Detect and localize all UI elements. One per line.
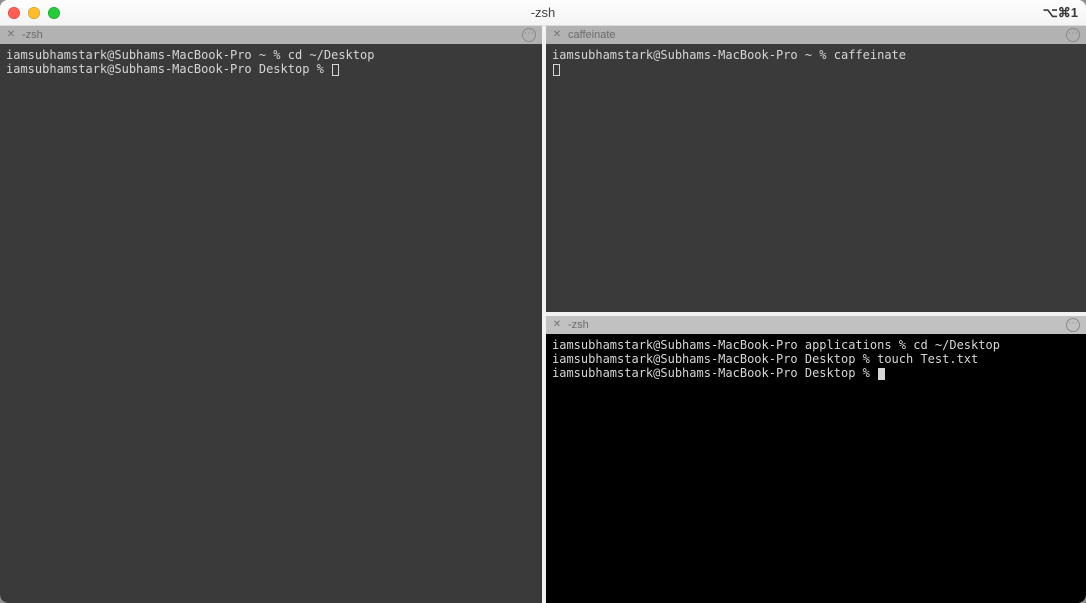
pane-left-tabbar[interactable]: ✕ -zsh xyxy=(0,26,542,44)
pane-menu-icon[interactable] xyxy=(1066,28,1080,42)
close-tab-icon[interactable]: ✕ xyxy=(552,320,562,330)
tab-title: caffeinate xyxy=(568,29,616,41)
pane-menu-icon[interactable] xyxy=(1066,318,1080,332)
close-window-button[interactable] xyxy=(8,7,20,19)
terminal-line: iamsubhamstark@Subhams-MacBook-Pro Deskt… xyxy=(552,352,978,366)
close-tab-icon[interactable]: ✕ xyxy=(6,30,16,40)
traffic-lights xyxy=(8,7,60,19)
terminal-window: -zsh ⌥⌘1 ✕ -zsh iamsubhamstark@Subhams-M… xyxy=(0,0,1086,603)
tab-title: -zsh xyxy=(22,29,43,41)
minimize-window-button[interactable] xyxy=(28,7,40,19)
pane-right-top: ✕ caffeinate iamsubhamstark@Subhams-MacB… xyxy=(546,26,1086,312)
terminal-line: iamsubhamstark@Subhams-MacBook-Pro Deskt… xyxy=(6,62,331,76)
zoom-window-button[interactable] xyxy=(48,7,60,19)
close-tab-icon[interactable]: ✕ xyxy=(552,30,562,40)
terminal-line: iamsubhamstark@Subhams-MacBook-Pro ~ % c… xyxy=(552,48,906,62)
window-title: -zsh xyxy=(0,5,1086,20)
pane-right-top-tabbar[interactable]: ✕ caffeinate xyxy=(546,26,1086,44)
right-column: ✕ caffeinate iamsubhamstark@Subhams-MacB… xyxy=(546,26,1086,603)
cursor-icon xyxy=(553,64,560,76)
terminal-line: iamsubhamstark@Subhams-MacBook-Pro Deskt… xyxy=(552,366,877,380)
window-body: ✕ -zsh iamsubhamstark@Subhams-MacBook-Pr… xyxy=(0,26,1086,603)
cursor-icon xyxy=(878,368,885,380)
pane-right-bottom: ✕ -zsh iamsubhamstark@Subhams-MacBook-Pr… xyxy=(546,316,1086,603)
terminal-left[interactable]: iamsubhamstark@Subhams-MacBook-Pro ~ % c… xyxy=(0,44,542,603)
terminal-line: iamsubhamstark@Subhams-MacBook-Pro appli… xyxy=(552,338,1000,352)
window-shortcut-hint: ⌥⌘1 xyxy=(1043,5,1078,21)
window-titlebar: -zsh ⌥⌘1 xyxy=(0,0,1086,26)
pane-right-bottom-tabbar[interactable]: ✕ -zsh xyxy=(546,316,1086,334)
cursor-icon xyxy=(332,64,339,76)
pane-menu-icon[interactable] xyxy=(522,28,536,42)
tab-title: -zsh xyxy=(568,319,589,331)
terminal-right-bottom[interactable]: iamsubhamstark@Subhams-MacBook-Pro appli… xyxy=(546,334,1086,603)
left-column: ✕ -zsh iamsubhamstark@Subhams-MacBook-Pr… xyxy=(0,26,542,603)
pane-left: ✕ -zsh iamsubhamstark@Subhams-MacBook-Pr… xyxy=(0,26,542,603)
terminal-line: iamsubhamstark@Subhams-MacBook-Pro ~ % c… xyxy=(6,48,374,62)
terminal-right-top[interactable]: iamsubhamstark@Subhams-MacBook-Pro ~ % c… xyxy=(546,44,1086,312)
